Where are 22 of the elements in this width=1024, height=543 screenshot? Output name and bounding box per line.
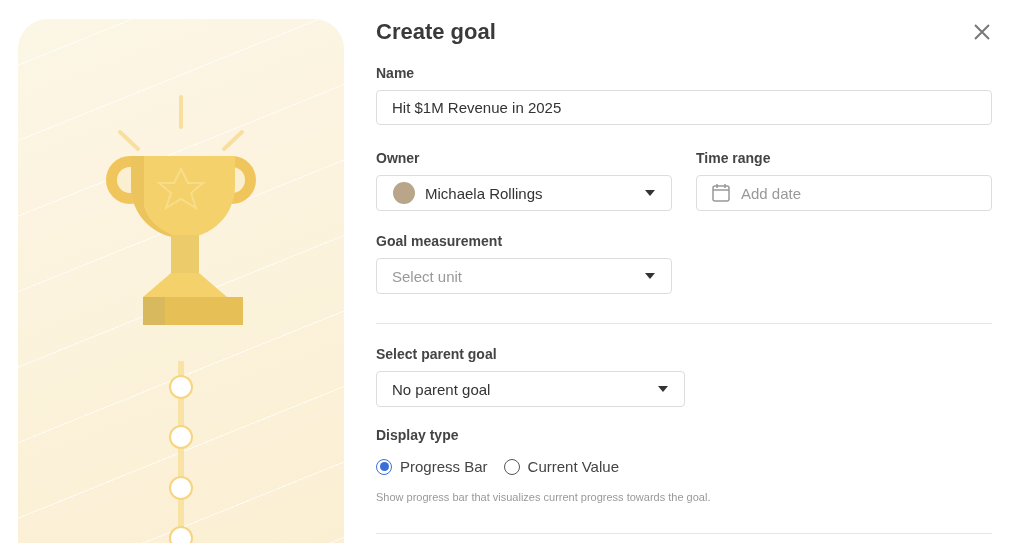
calendar-icon <box>712 183 730 202</box>
owner-select[interactable]: Michaela Rollings <box>376 175 672 211</box>
name-input[interactable]: Hit $1M Revenue in 2025 <box>376 90 992 125</box>
field-label: Owner <box>376 150 421 166</box>
field-label: Select parent goal <box>376 346 498 362</box>
caret-icon <box>645 190 655 196</box>
hint-text: Show progress bar that visualizes current progress towards the goal. <box>376 491 712 503</box>
caret-icon <box>658 386 668 392</box>
field-label: Time range <box>696 150 772 166</box>
option-label: Progress Bar <box>400 458 488 475</box>
date-input[interactable]: Add date <box>696 175 992 211</box>
field-label: Name <box>376 65 416 81</box>
option-label: Current Value <box>527 458 619 475</box>
dialog-title: Create goal <box>376 19 496 45</box>
caret-icon <box>645 273 655 279</box>
radio-option[interactable]: Progress Bar <box>376 458 488 475</box>
radio-option[interactable]: Current Value <box>503 458 619 475</box>
avatar <box>393 182 415 204</box>
parent-goal-select[interactable]: No parent goal <box>376 371 685 407</box>
field-label: Goal measurement <box>376 233 504 249</box>
field-label: Display type <box>376 427 460 443</box>
close-button[interactable] <box>972 22 992 42</box>
